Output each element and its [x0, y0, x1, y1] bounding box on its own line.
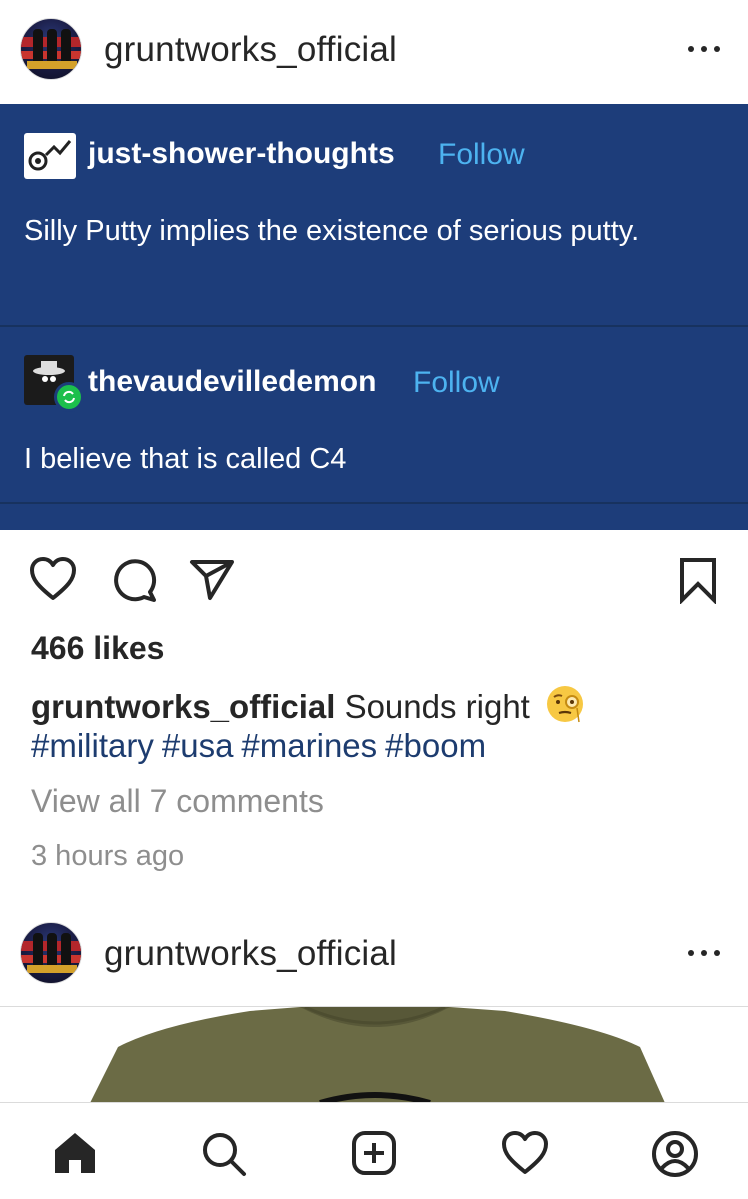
tumblr-reblog-follow-link: Follow: [413, 366, 500, 399]
post-image[interactable]: [0, 1006, 748, 1102]
post-username[interactable]: gruntworks_official: [104, 30, 397, 70]
activity-icon[interactable]: [500, 1130, 550, 1176]
post-header: gruntworks_official: [0, 904, 748, 1008]
tumblr-reblog-text: I believe that is called C4: [24, 443, 347, 475]
hashtag-link[interactable]: #marines: [241, 727, 377, 764]
post-timestamp: 3 hours ago: [31, 840, 185, 872]
user-avatar[interactable]: [20, 922, 82, 984]
tumblr-reblogger-name: thevaudevilledemon: [88, 365, 377, 398]
tumblr-post-text: Silly Putty implies the existence of ser…: [24, 215, 640, 247]
profile-icon[interactable]: [651, 1130, 699, 1178]
shower-thoughts-avatar: [24, 133, 76, 179]
hashtag-link[interactable]: #usa: [162, 727, 234, 764]
share-icon[interactable]: [188, 558, 236, 602]
user-avatar[interactable]: [20, 18, 82, 80]
caption-username[interactable]: gruntworks_official: [31, 688, 335, 725]
caption-text: Sounds right: [344, 688, 530, 725]
hashtags: #military #usa #marines #boom: [31, 727, 494, 765]
tumblr-author-name: just-shower-thoughts: [88, 137, 395, 170]
t-shirt-image: [90, 1007, 665, 1102]
search-icon[interactable]: [200, 1130, 248, 1178]
more-options-icon[interactable]: [688, 948, 720, 958]
tumblr-divider: [0, 325, 748, 327]
more-options-icon[interactable]: [688, 44, 720, 54]
hashtag-link[interactable]: #boom: [385, 727, 486, 764]
monocle-face-emoji-icon: [547, 686, 584, 723]
home-icon[interactable]: [52, 1130, 98, 1176]
bookmark-icon[interactable]: [678, 556, 718, 604]
post-header: gruntworks_official: [0, 0, 748, 104]
bottom-navigation: [0, 1102, 748, 1199]
like-count[interactable]: 466 likes: [31, 630, 164, 667]
hashtag-link[interactable]: #military: [31, 727, 154, 764]
tumblr-bottom-divider: [0, 502, 748, 504]
comment-icon[interactable]: [110, 556, 158, 604]
tumblr-follow-link: Follow: [438, 138, 525, 171]
caption: gruntworks_official Sounds right: [31, 684, 731, 728]
view-comments-link[interactable]: View all 7 comments: [31, 783, 324, 820]
post-username[interactable]: gruntworks_official: [104, 934, 397, 974]
heart-icon[interactable]: [28, 556, 78, 602]
new-post-icon[interactable]: [351, 1130, 397, 1176]
reblog-icon: [54, 382, 84, 412]
